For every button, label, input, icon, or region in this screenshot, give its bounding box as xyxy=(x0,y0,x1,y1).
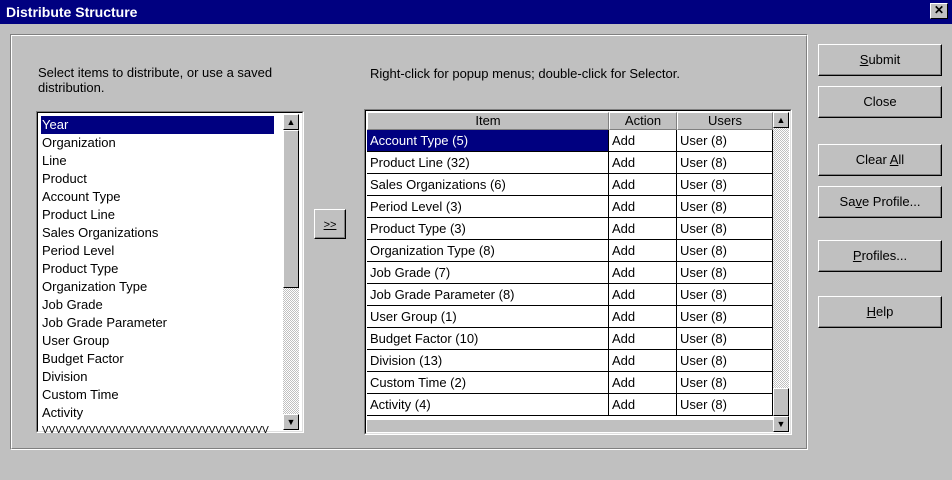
table-cell[interactable]: User (8) xyxy=(677,174,773,196)
list-item[interactable]: Year xyxy=(41,116,274,134)
table-cell[interactable]: Product Line (32) xyxy=(367,152,609,174)
table-cell[interactable]: User (8) xyxy=(677,394,773,416)
table-cell[interactable]: User (8) xyxy=(677,262,773,284)
title-bar: Distribute Structure ✕ xyxy=(0,0,952,24)
scroll-up-arrow-icon[interactable]: ▲ xyxy=(283,114,299,130)
list-item[interactable]: Custom Time xyxy=(41,386,119,404)
table-cell[interactable]: Add xyxy=(609,372,677,394)
table-cell[interactable]: Add xyxy=(609,284,677,306)
table-cell[interactable]: Add xyxy=(609,350,677,372)
table-cell[interactable]: User Group (1) xyxy=(367,306,609,328)
list-item[interactable]: Job Grade Parameter xyxy=(41,314,167,332)
table-cell[interactable]: User (8) xyxy=(677,284,773,306)
table-cell[interactable]: User (8) xyxy=(677,328,773,350)
table-cell[interactable]: Budget Factor (10) xyxy=(367,328,609,350)
clear-all-button[interactable]: Clear All xyxy=(818,144,942,176)
scroll-down-arrow-icon[interactable]: ▼ xyxy=(283,414,299,430)
table-cell[interactable]: User (8) xyxy=(677,306,773,328)
table-cell[interactable]: Add xyxy=(609,174,677,196)
close-button[interactable]: Close xyxy=(818,86,942,118)
table-cell[interactable]: User (8) xyxy=(677,218,773,240)
table-cell[interactable]: Period Level (3) xyxy=(367,196,609,218)
list-item[interactable]: Organization xyxy=(41,134,116,152)
list-item[interactable]: Product Line xyxy=(41,206,115,224)
table-cell[interactable]: User (8) xyxy=(677,130,773,152)
table-cell[interactable]: Add xyxy=(609,306,677,328)
table-cell[interactable]: Add xyxy=(609,240,677,262)
list-item[interactable]: Organization Type xyxy=(41,278,147,296)
list-item[interactable]: Account Type xyxy=(41,188,121,206)
table-cell[interactable]: User (8) xyxy=(677,372,773,394)
submit-button[interactable]: Submit xyxy=(818,44,942,76)
list-item[interactable]: Division xyxy=(41,368,88,386)
move-right-button[interactable]: >> xyxy=(314,209,346,239)
list-item[interactable]: Product xyxy=(41,170,87,188)
left-list-scrollbar[interactable]: ▲ ▼ xyxy=(283,114,299,430)
table-cell[interactable]: Sales Organizations (6) xyxy=(367,174,609,196)
table-cell[interactable]: Job Grade Parameter (8) xyxy=(367,284,609,306)
table-cell[interactable]: Custom Time (2) xyxy=(367,372,609,394)
distribution-grid[interactable]: Item Action Users Account Type (5) Add User … xyxy=(364,109,792,435)
table-cell[interactable]: Account Type (5) xyxy=(367,130,609,152)
column-header[interactable]: Users xyxy=(677,112,773,130)
list-item[interactable]: Line xyxy=(41,152,67,170)
table-cell[interactable]: Job Grade (7) xyxy=(367,262,609,284)
profiles-button[interactable]: Profiles... xyxy=(818,240,942,272)
table-cell[interactable]: Activity (4) xyxy=(367,394,609,416)
table-cell[interactable]: User (8) xyxy=(677,350,773,372)
list-item[interactable]: Activity xyxy=(41,404,83,422)
list-item[interactable]: VVVVVVVVVVVVVVVVVVVVVVVVVVVVVVVVVV xyxy=(41,422,280,440)
right-instruction: Right-click for popup menus; double-clic… xyxy=(370,66,680,81)
table-cell[interactable]: User (8) xyxy=(677,196,773,218)
column-header[interactable]: Action xyxy=(609,112,677,130)
scroll-thumb[interactable] xyxy=(283,130,299,288)
table-cell[interactable]: Add xyxy=(609,394,677,416)
table-cell[interactable]: Organization Type (8) xyxy=(367,240,609,262)
column-header[interactable]: Item xyxy=(367,112,609,130)
scroll-down-arrow-icon[interactable]: ▼ xyxy=(773,416,789,432)
table-cell[interactable]: Division (13) xyxy=(367,350,609,372)
table-cell[interactable]: User (8) xyxy=(677,152,773,174)
list-item[interactable]: Sales Organizations xyxy=(41,224,158,242)
table-cell[interactable]: Add xyxy=(609,218,677,240)
table-cell[interactable]: Add xyxy=(609,196,677,218)
save-profile-button[interactable]: Save Profile... xyxy=(818,186,942,218)
left-instruction: Select items to distribute, or use a sav… xyxy=(38,65,273,95)
list-item[interactable]: User Group xyxy=(41,332,109,350)
table-cell[interactable]: Add xyxy=(609,328,677,350)
list-item[interactable]: Period Level xyxy=(41,242,114,260)
list-item[interactable]: Product Type xyxy=(41,260,118,278)
scroll-up-arrow-icon[interactable]: ▲ xyxy=(773,112,789,128)
available-items-list[interactable]: Year Organization Line Product Account Type P… xyxy=(36,111,304,436)
help-button[interactable]: Help xyxy=(818,296,942,328)
table-cell[interactable]: Add xyxy=(609,152,677,174)
list-item[interactable]: Job Grade xyxy=(41,296,103,314)
grid-scrollbar[interactable]: ▲ ▼ xyxy=(773,112,789,432)
scroll-thumb[interactable] xyxy=(773,388,789,416)
window-title: Distribute Structure xyxy=(6,4,138,20)
table-cell[interactable]: User (8) xyxy=(677,240,773,262)
table-cell[interactable]: Add xyxy=(609,130,677,152)
table-cell[interactable]: Product Type (3) xyxy=(367,218,609,240)
close-window-button[interactable]: ✕ xyxy=(930,3,948,19)
list-item[interactable]: Budget Factor xyxy=(41,350,124,368)
table-cell[interactable]: Add xyxy=(609,262,677,284)
